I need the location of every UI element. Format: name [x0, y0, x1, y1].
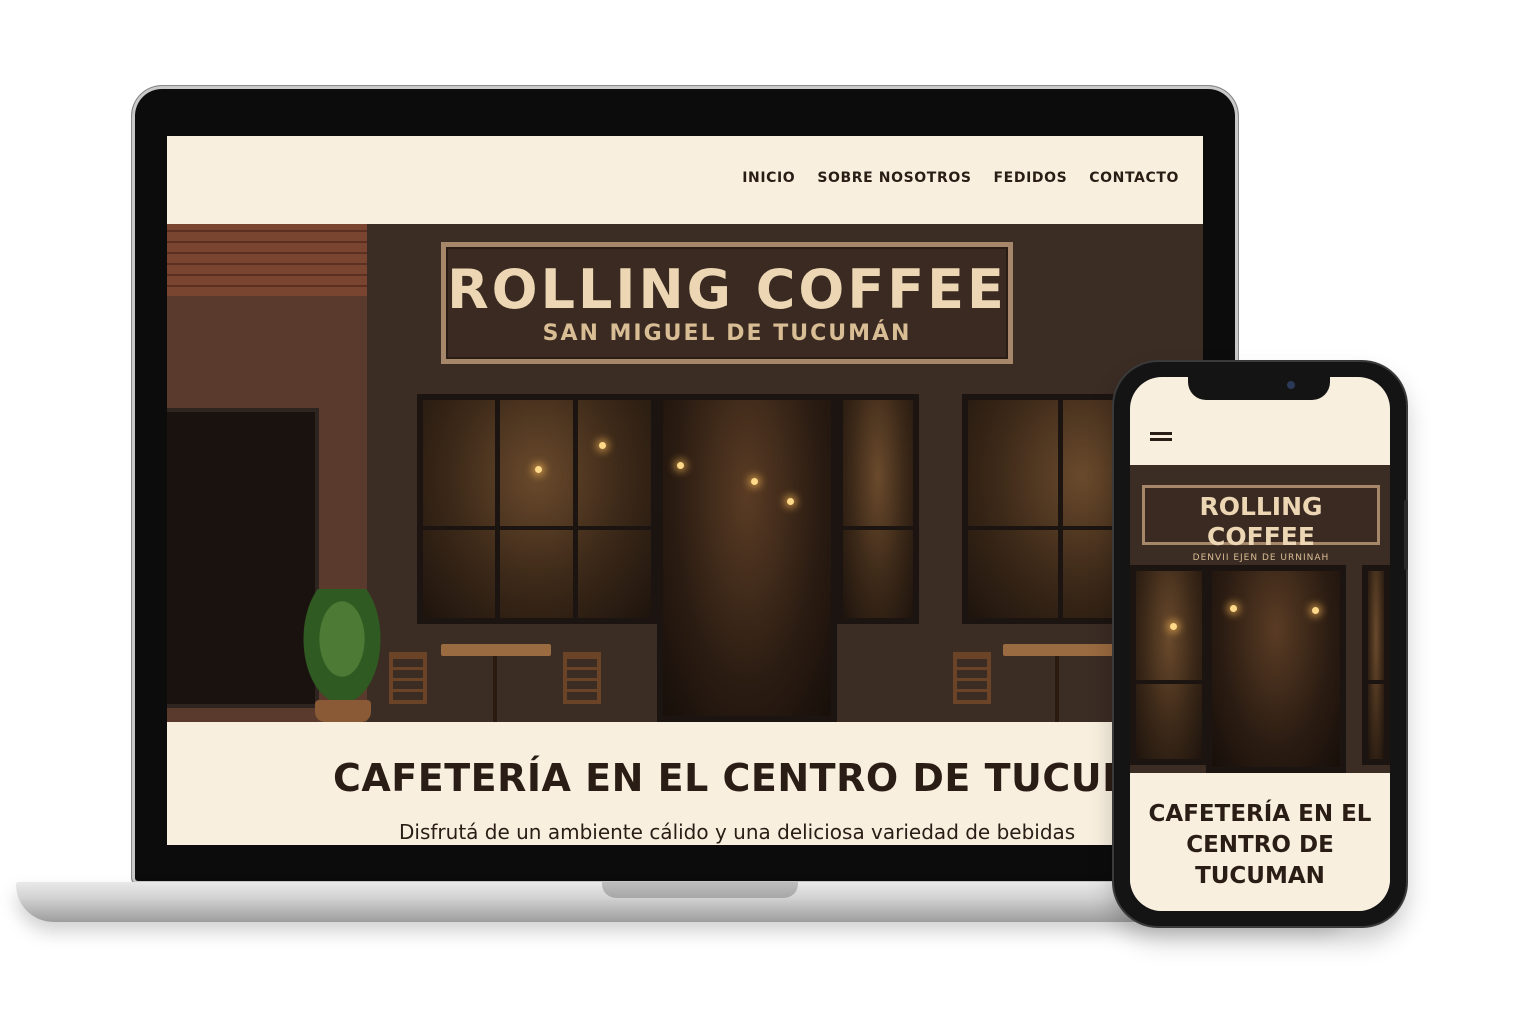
- mobile-shop-door: [1206, 565, 1346, 773]
- mobile-window-right: [1362, 565, 1390, 765]
- mobile-page-heading: CAFETERÍA EN EL CENTRO DE TUCUMAN: [1148, 801, 1372, 889]
- sign-subtitle: SAN MIGUEL DE TUCUMÁN: [542, 321, 912, 346]
- mobile-sign-subtitle: DENVII EJEN DE URNINAH: [1192, 553, 1330, 563]
- phone-side-button: [1404, 500, 1408, 570]
- plant-pot: [315, 700, 371, 722]
- mobile-content: CAFETERÍA EN EL CENTRO DE TUCUMAN: [1130, 773, 1390, 911]
- mobile-hero-image: ROLLING COFFEE DENVII EJEN DE URNINAH: [1130, 465, 1390, 773]
- page-description: Disfrutá de un ambiente cálido y una del…: [399, 820, 1076, 844]
- mobile-window-left: [1130, 565, 1208, 765]
- nav-sobre-nosotros[interactable]: SOBRE NOSOTROS: [817, 170, 971, 186]
- sign-title: ROLLING COFFEE: [447, 258, 1007, 321]
- laptop-notch: [602, 882, 798, 898]
- cafe-chair: [563, 652, 601, 704]
- cafe-chair: [953, 652, 991, 704]
- shop-door: [657, 394, 837, 722]
- cafe-table: [1003, 644, 1113, 656]
- cafe-chair: [389, 652, 427, 704]
- desktop-header: INICIO SOBRE NOSOTROS FEDIDOS CONTACTO: [167, 136, 1203, 224]
- nav-inicio[interactable]: INICIO: [742, 170, 795, 186]
- storefront-sign: ROLLING COFFEE SAN MIGUEL DE TUCUMÁN: [441, 242, 1013, 364]
- brick-wall: [167, 224, 367, 296]
- hero-image: ROLLING COFFEE SAN MIGUEL DE TUCUMÁN: [167, 224, 1203, 722]
- nav-contacto[interactable]: CONTACTO: [1089, 170, 1179, 186]
- nav-pedidos[interactable]: FEDIDOS: [994, 170, 1068, 186]
- desktop-website: INICIO SOBRE NOSOTROS FEDIDOS CONTACTO R…: [167, 136, 1203, 845]
- mobile-storefront-sign: ROLLING COFFEE DENVII EJEN DE URNINAH: [1142, 485, 1380, 563]
- shop-window-center: [837, 394, 919, 624]
- shop-window-left: [417, 394, 657, 624]
- page-heading: CAFETERÍA EN EL CENTRO DE TUCUMÁ: [333, 756, 1171, 800]
- cafe-table: [441, 644, 551, 656]
- phone-notch: [1188, 374, 1330, 400]
- hamburger-icon[interactable]: [1150, 432, 1172, 441]
- plant: [297, 589, 387, 714]
- desktop-content: CAFETERÍA EN EL CENTRO DE TUCUMÁ Disfrut…: [167, 722, 1203, 845]
- camera-icon: [1287, 381, 1295, 389]
- desktop-nav: INICIO SOBRE NOSOTROS FEDIDOS CONTACTO: [742, 170, 1179, 186]
- mobile-sign-title: ROLLING COFFEE: [1199, 492, 1323, 551]
- mobile-website: ROLLING COFFEE DENVII EJEN DE URNINAH CA…: [1130, 377, 1390, 911]
